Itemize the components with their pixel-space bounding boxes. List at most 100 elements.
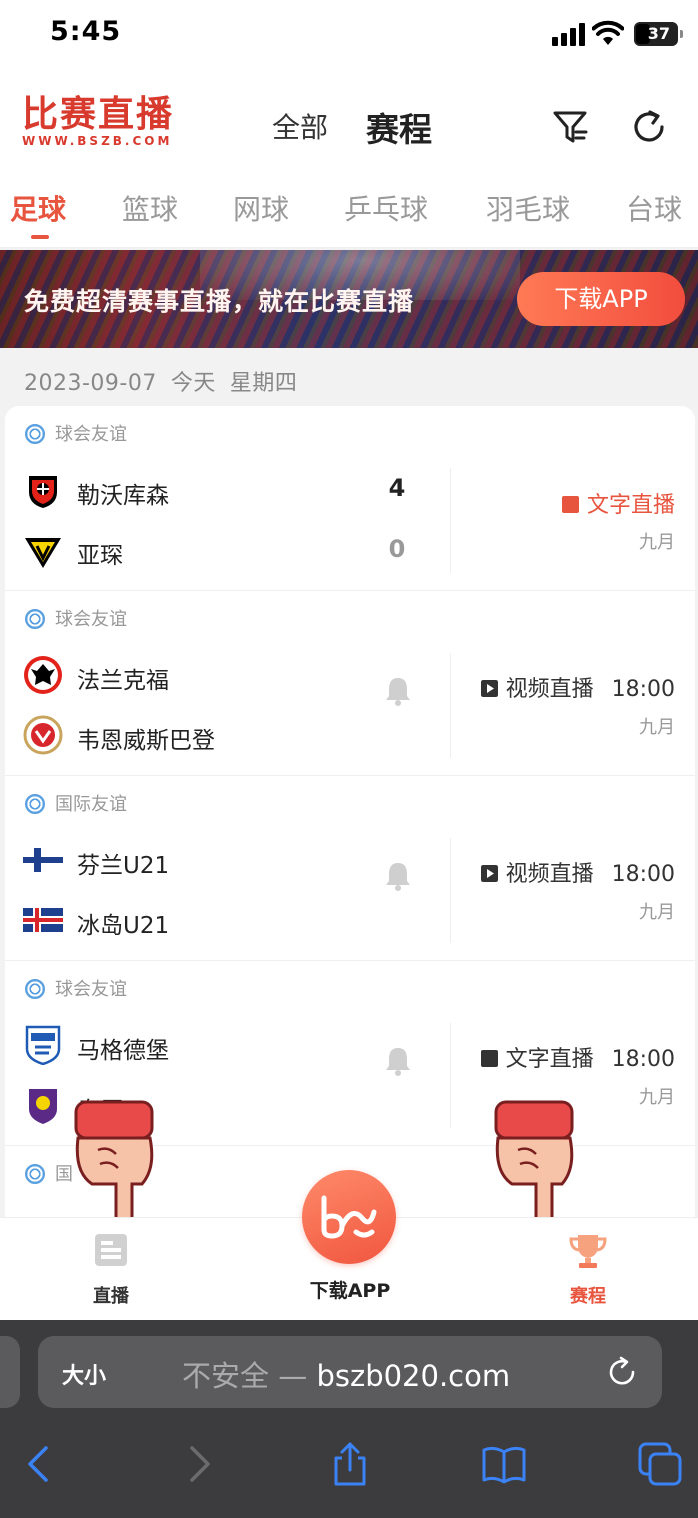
league-label: 球会友谊	[25, 424, 127, 446]
address-bar[interactable]: 大小 不安全 — bszb020.com	[38, 1336, 662, 1408]
live-list-icon	[95, 1234, 127, 1266]
refresh-icon[interactable]	[630, 108, 668, 146]
bell-icon[interactable]	[383, 860, 413, 892]
match-card[interactable]: 国际友谊 芬兰U21 冰岛U21 视频直播 18:00 九月	[5, 776, 695, 961]
tab-schedule-label: 赛程	[570, 1286, 606, 1307]
bell-icon[interactable]	[383, 1045, 413, 1077]
share-icon[interactable]	[326, 1440, 374, 1488]
magdeburg-crest-icon	[25, 1025, 61, 1065]
filter-icon[interactable]	[552, 108, 590, 146]
frankfurt-crest-icon	[24, 656, 62, 694]
away-score: 0	[388, 535, 406, 563]
match-time: 18:00	[611, 862, 675, 887]
tab-tennis[interactable]: 网球	[233, 188, 289, 228]
status-time: 5:45	[50, 16, 122, 47]
trophy-icon	[569, 1235, 607, 1268]
aachen-crest-icon	[25, 538, 61, 568]
match-month: 九月	[639, 532, 675, 553]
match-time: 18:00	[611, 677, 675, 702]
tab-basketball[interactable]: 篮球	[122, 188, 178, 228]
tab-schedule[interactable]: 赛程	[533, 1232, 643, 1307]
text-live-icon	[480, 1050, 498, 1067]
match-month: 九月	[639, 717, 675, 738]
finland-flag-icon	[23, 848, 63, 872]
aue-crest-icon	[29, 1089, 57, 1124]
match-list: 球会友谊 勒沃库森 亚琛 4 0 文字直播 九月 球会友谊 法兰克福 韦恩威斯巴…	[5, 406, 695, 1218]
back-icon[interactable]	[16, 1440, 64, 1488]
league-label: 国际友谊	[25, 794, 127, 816]
logo-domain: WWW.BSZB.COM	[22, 134, 173, 148]
date-header: 2023-09-07 今天 星期四	[24, 365, 311, 397]
browser-toolbar: 大小 不安全 — bszb020.com	[0, 1320, 698, 1518]
forward-icon[interactable]	[174, 1440, 222, 1488]
tab-table-tennis[interactable]: 乒乓球	[344, 188, 428, 228]
match-card[interactable]: 球会友谊 法兰克福 韦恩威斯巴登 视频直播 18:00 九月	[5, 591, 695, 776]
banner-download-button[interactable]: 下载APP	[517, 272, 685, 326]
match-month: 九月	[639, 1087, 675, 1108]
wehen-wiesbaden-crest-icon	[23, 715, 63, 755]
address-text: 不安全 — bszb020.com	[182, 1359, 511, 1393]
pointing-hand-icon	[494, 1100, 574, 1228]
app-header: 比赛直播 WWW.BSZB.COM 全部 赛程	[0, 70, 698, 172]
team-name: 韦恩威斯巴登	[77, 728, 215, 754]
wifi-icon	[592, 20, 624, 45]
download-app-button[interactable]	[302, 1170, 396, 1264]
team-name: 勒沃库森	[77, 483, 169, 509]
leverkusen-crest-icon	[29, 476, 57, 508]
live-status[interactable]: 文字直播 18:00	[480, 1041, 675, 1073]
team-name: 亚琛	[77, 543, 123, 569]
league-label: 球会友谊	[25, 979, 127, 1001]
bookmarks-icon[interactable]	[480, 1440, 528, 1488]
team-name: 冰岛U21	[77, 913, 170, 939]
mode-schedule-tab[interactable]: 赛程	[366, 103, 432, 151]
video-live-icon	[480, 865, 498, 882]
cellular-signal-icon	[552, 22, 586, 46]
home-score: 4	[388, 474, 406, 502]
previous-tab-preview[interactable]	[0, 1336, 20, 1408]
live-status[interactable]: 视频直播 18:00	[480, 856, 675, 888]
download-app-label[interactable]: 下载APP	[300, 1276, 400, 1303]
sport-tabs: 足球 篮球 网球 乒乓球 羽毛球 台球	[0, 172, 698, 248]
tab-live[interactable]: 直播	[56, 1232, 166, 1307]
tab-live-label: 直播	[93, 1286, 129, 1307]
mode-all-tab[interactable]: 全部	[272, 106, 328, 146]
football-icon	[25, 794, 45, 814]
promo-banner[interactable]: 免费超清赛事直播，就在比赛直播 下载APP	[0, 250, 698, 348]
logo-title: 比赛直播	[22, 93, 175, 135]
date-weekday: 星期四	[229, 371, 298, 396]
reload-icon[interactable]	[606, 1356, 638, 1388]
football-icon	[25, 979, 45, 999]
football-icon	[25, 1164, 45, 1184]
tab-billiards[interactable]: 台球	[626, 188, 682, 228]
match-card[interactable]: 球会友谊 勒沃库森 亚琛 4 0 文字直播 九月	[5, 406, 695, 591]
team-name: 马格德堡	[77, 1038, 169, 1064]
site-logo[interactable]: 比赛直播 WWW.BSZB.COM	[22, 94, 174, 148]
team-name: 芬兰U21	[77, 853, 170, 879]
iceland-flag-icon	[23, 908, 63, 932]
live-status[interactable]: 视频直播 18:00	[480, 671, 675, 703]
team-name: 法兰克福	[77, 668, 169, 694]
match-month: 九月	[639, 902, 675, 923]
battery-icon: 37	[634, 22, 683, 46]
league-label: 球会友谊	[25, 609, 127, 631]
app-logo-icon	[321, 1195, 377, 1239]
date-relative: 今天	[170, 371, 216, 396]
active-tab-indicator	[31, 235, 49, 239]
pointing-hand-icon	[74, 1100, 154, 1228]
tab-badminton[interactable]: 羽毛球	[486, 188, 570, 228]
football-icon	[25, 609, 45, 629]
battery-level: 37	[647, 24, 670, 43]
text-size-button[interactable]: 大小	[62, 1358, 106, 1390]
tabs-icon[interactable]	[636, 1440, 684, 1488]
text-live-icon	[561, 496, 579, 513]
tab-football[interactable]: 足球	[10, 188, 66, 228]
league-label: 国	[25, 1164, 73, 1186]
match-time: 18:00	[611, 1047, 675, 1072]
live-status[interactable]: 文字直播	[561, 487, 675, 519]
football-icon	[25, 424, 45, 444]
banner-slogan: 免费超清赛事直播，就在比赛直播	[24, 287, 415, 316]
status-bar: 5:45 37	[0, 0, 698, 70]
bell-icon[interactable]	[383, 675, 413, 707]
date-value: 2023-09-07	[24, 371, 157, 396]
video-live-icon	[480, 680, 498, 697]
